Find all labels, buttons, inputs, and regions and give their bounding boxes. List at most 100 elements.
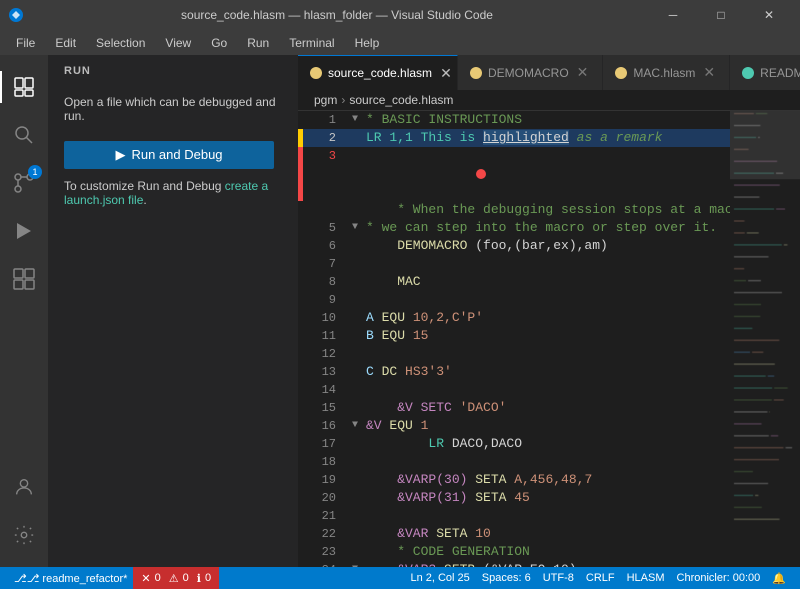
tab-icon-readme: [742, 67, 754, 79]
tab-source-code-hlasm[interactable]: source_code.hlasm ✕: [298, 55, 458, 90]
tab-icon-demomacro: [470, 67, 482, 79]
line-content: MAC: [362, 273, 730, 291]
line-ending-status[interactable]: CRLF: [580, 567, 621, 589]
menubar: File Edit Selection View Go Run Terminal…: [0, 30, 800, 55]
extensions-activity-icon[interactable]: [0, 255, 48, 303]
tab-mac-hlasm[interactable]: MAC.hlasm ✕: [603, 55, 730, 90]
line-content: [362, 345, 730, 363]
fold-arrow: [348, 237, 362, 255]
run-debug-button[interactable]: ▶Run and Debug: [64, 141, 274, 169]
fold-arrow: [348, 255, 362, 273]
menu-file[interactable]: File: [8, 34, 43, 52]
run-debug-activity-icon[interactable]: [0, 207, 48, 255]
tab-icon-mac: [615, 67, 627, 79]
tab-icon-hlasm: [310, 67, 322, 79]
editor-line: 20 &VARP(31) SETA 45: [298, 489, 730, 507]
editor-line-debug: 2 LR 1,1 This is highlighted as a remark: [298, 129, 730, 147]
line-number: 3: [303, 147, 348, 201]
tab-label-demomacro: DEMOMACRO: [488, 66, 569, 80]
minimize-button[interactable]: ─: [650, 0, 696, 30]
cursor-position-text: Ln 2, Col 25: [410, 572, 469, 584]
run-customize-text: To customize Run and Debug create a laun…: [64, 179, 282, 207]
tab-close-mac[interactable]: ✕: [701, 64, 717, 81]
line-number: 22: [303, 525, 348, 543]
tab-close-demomacro[interactable]: ✕: [575, 64, 591, 81]
editor-line: 9: [298, 291, 730, 309]
line-number: 20: [303, 489, 348, 507]
titlebar-left: [8, 7, 24, 23]
search-activity-icon[interactable]: [0, 111, 48, 159]
breadcrumb-file[interactable]: source_code.hlasm: [349, 93, 453, 107]
editor-line: 19 &VARP(30) SETA A,456,48,7: [298, 471, 730, 489]
errors-warnings-status[interactable]: ✕ 0 ⚠ 0 ℹ 0: [133, 567, 219, 589]
line-content: LR DACO,DACO: [362, 435, 730, 453]
line-number: 14: [303, 381, 348, 399]
editor-line: 1 ▼ * BASIC INSTRUCTIONS: [298, 111, 730, 129]
vscode-logo-icon: [8, 7, 24, 23]
breadcrumb: pgm › source_code.hlasm: [298, 90, 800, 111]
line-content: * When the debugging session stops at a …: [362, 201, 730, 219]
maximize-button[interactable]: □: [698, 0, 744, 30]
editor-line: 12: [298, 345, 730, 363]
error-icon: ✕: [141, 572, 150, 585]
info-icon: ℹ: [197, 572, 201, 585]
breadcrumb-separator-1: ›: [341, 93, 345, 107]
indentation-status[interactable]: Spaces: 6: [476, 567, 537, 589]
fold-arrow: [348, 525, 362, 543]
editor-line: * When the debugging session stops at a …: [298, 201, 730, 219]
line-number: 1: [303, 111, 348, 129]
chronicler-status[interactable]: Chronicler: 00:00: [671, 567, 767, 589]
fold-arrow: [348, 147, 362, 201]
encoding-status[interactable]: UTF-8: [537, 567, 580, 589]
source-control-activity-icon[interactable]: 1: [0, 159, 48, 207]
fold-arrow: [348, 489, 362, 507]
menu-run[interactable]: Run: [239, 34, 277, 52]
tab-demomacro[interactable]: DEMOMACRO ✕: [458, 55, 603, 90]
line-content: * we can step into the macro or step ove…: [362, 219, 730, 237]
activity-bar: 1: [0, 55, 48, 567]
menu-go[interactable]: Go: [203, 34, 235, 52]
fold-arrow[interactable]: ▼: [348, 111, 362, 129]
fold-arrow[interactable]: ▼: [348, 417, 362, 435]
menu-edit[interactable]: Edit: [47, 34, 84, 52]
menu-terminal[interactable]: Terminal: [281, 34, 342, 52]
menu-selection[interactable]: Selection: [88, 34, 153, 52]
fold-arrow[interactable]: ▼: [348, 219, 362, 237]
editor[interactable]: 1 ▼ * BASIC INSTRUCTIONS 2 LR 1,1 This i…: [298, 111, 730, 567]
breadcrumb-root[interactable]: pgm: [314, 93, 337, 107]
line-content: [362, 147, 730, 201]
line-number: 8: [303, 273, 348, 291]
line-content: [362, 453, 730, 471]
editor-line: 7: [298, 255, 730, 273]
accounts-activity-icon[interactable]: [0, 463, 48, 511]
fold-arrow: [348, 363, 362, 381]
breakpoint-icon: [475, 168, 487, 180]
editor-line: 8 MAC: [298, 273, 730, 291]
bell-icon: 🔔: [772, 572, 786, 585]
close-button[interactable]: ✕: [746, 0, 792, 30]
notification-bell[interactable]: 🔔: [766, 567, 792, 589]
source-control-status[interactable]: ⎇ ⎇ readme_refactor*: [8, 567, 133, 589]
line-number: 15: [303, 399, 348, 417]
explorer-activity-icon[interactable]: [0, 63, 48, 111]
fold-arrow: [348, 345, 362, 363]
tab-readme-md[interactable]: README.md ✕: [730, 55, 800, 90]
fold-arrow: [348, 291, 362, 309]
cursor-position-status[interactable]: Ln 2, Col 25: [404, 567, 475, 589]
fold-arrow: [348, 435, 362, 453]
tab-close-source-code[interactable]: ✕: [438, 65, 454, 82]
main-area: source_code.hlasm ✕ DEMOMACRO ✕ MAC.hlas…: [298, 55, 800, 567]
editor-body: 1 ▼ * BASIC INSTRUCTIONS 2 LR 1,1 This i…: [298, 111, 800, 567]
language-mode-status[interactable]: HLASM: [621, 567, 671, 589]
editor-line: 14: [298, 381, 730, 399]
run-description-text: Open a file which can be debugged and ru…: [64, 95, 276, 123]
menu-help[interactable]: Help: [347, 34, 388, 52]
line-number: 21: [303, 507, 348, 525]
line-content: [362, 291, 730, 309]
fold-arrow: [348, 129, 362, 147]
menu-view[interactable]: View: [157, 34, 199, 52]
fold-arrow: [348, 381, 362, 399]
tab-label-source-code: source_code.hlasm: [328, 66, 432, 80]
run-panel: Open a file which can be debugged and ru…: [48, 87, 298, 215]
settings-activity-icon[interactable]: [0, 511, 48, 559]
